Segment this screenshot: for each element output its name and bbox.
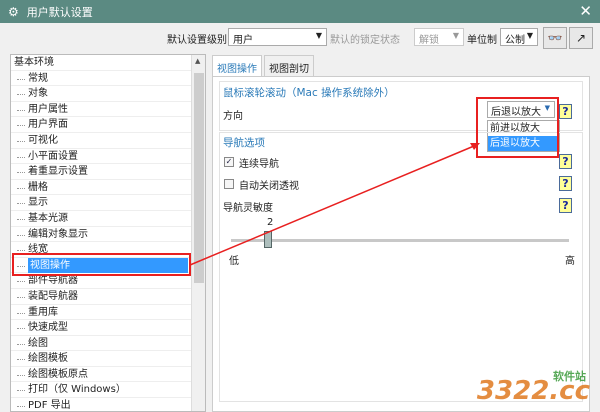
annotation-arrow bbox=[189, 143, 480, 266]
watermark-logo: 3322.cc 软件站 bbox=[476, 370, 590, 406]
